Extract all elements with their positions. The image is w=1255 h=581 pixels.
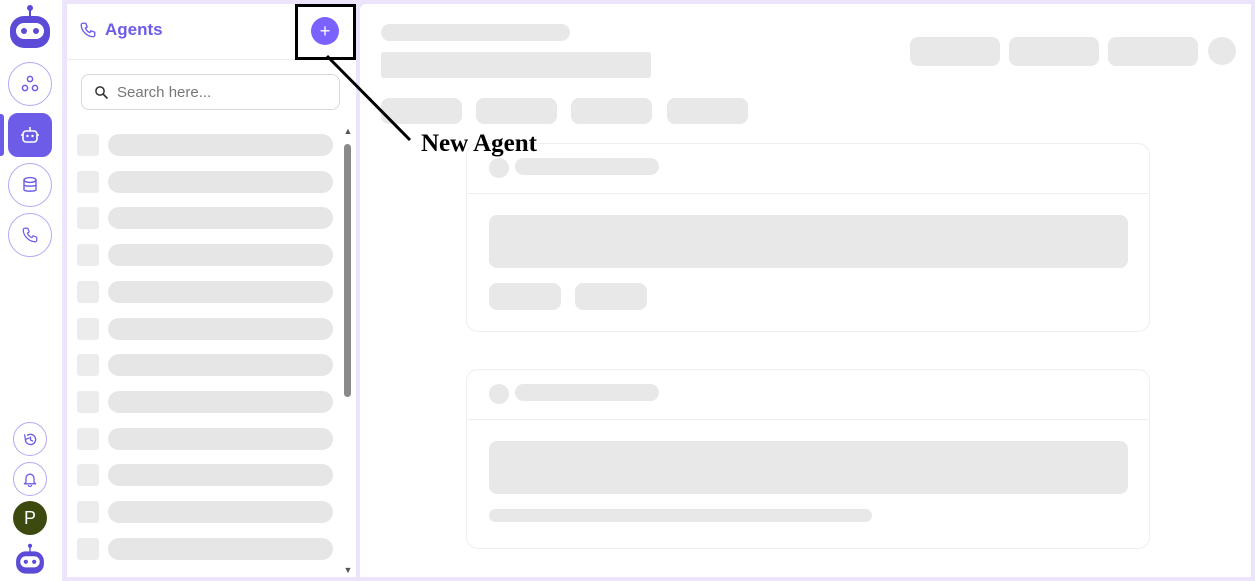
callout-label: New Agent	[421, 130, 537, 157]
callout-pointer-line	[325, 54, 412, 142]
